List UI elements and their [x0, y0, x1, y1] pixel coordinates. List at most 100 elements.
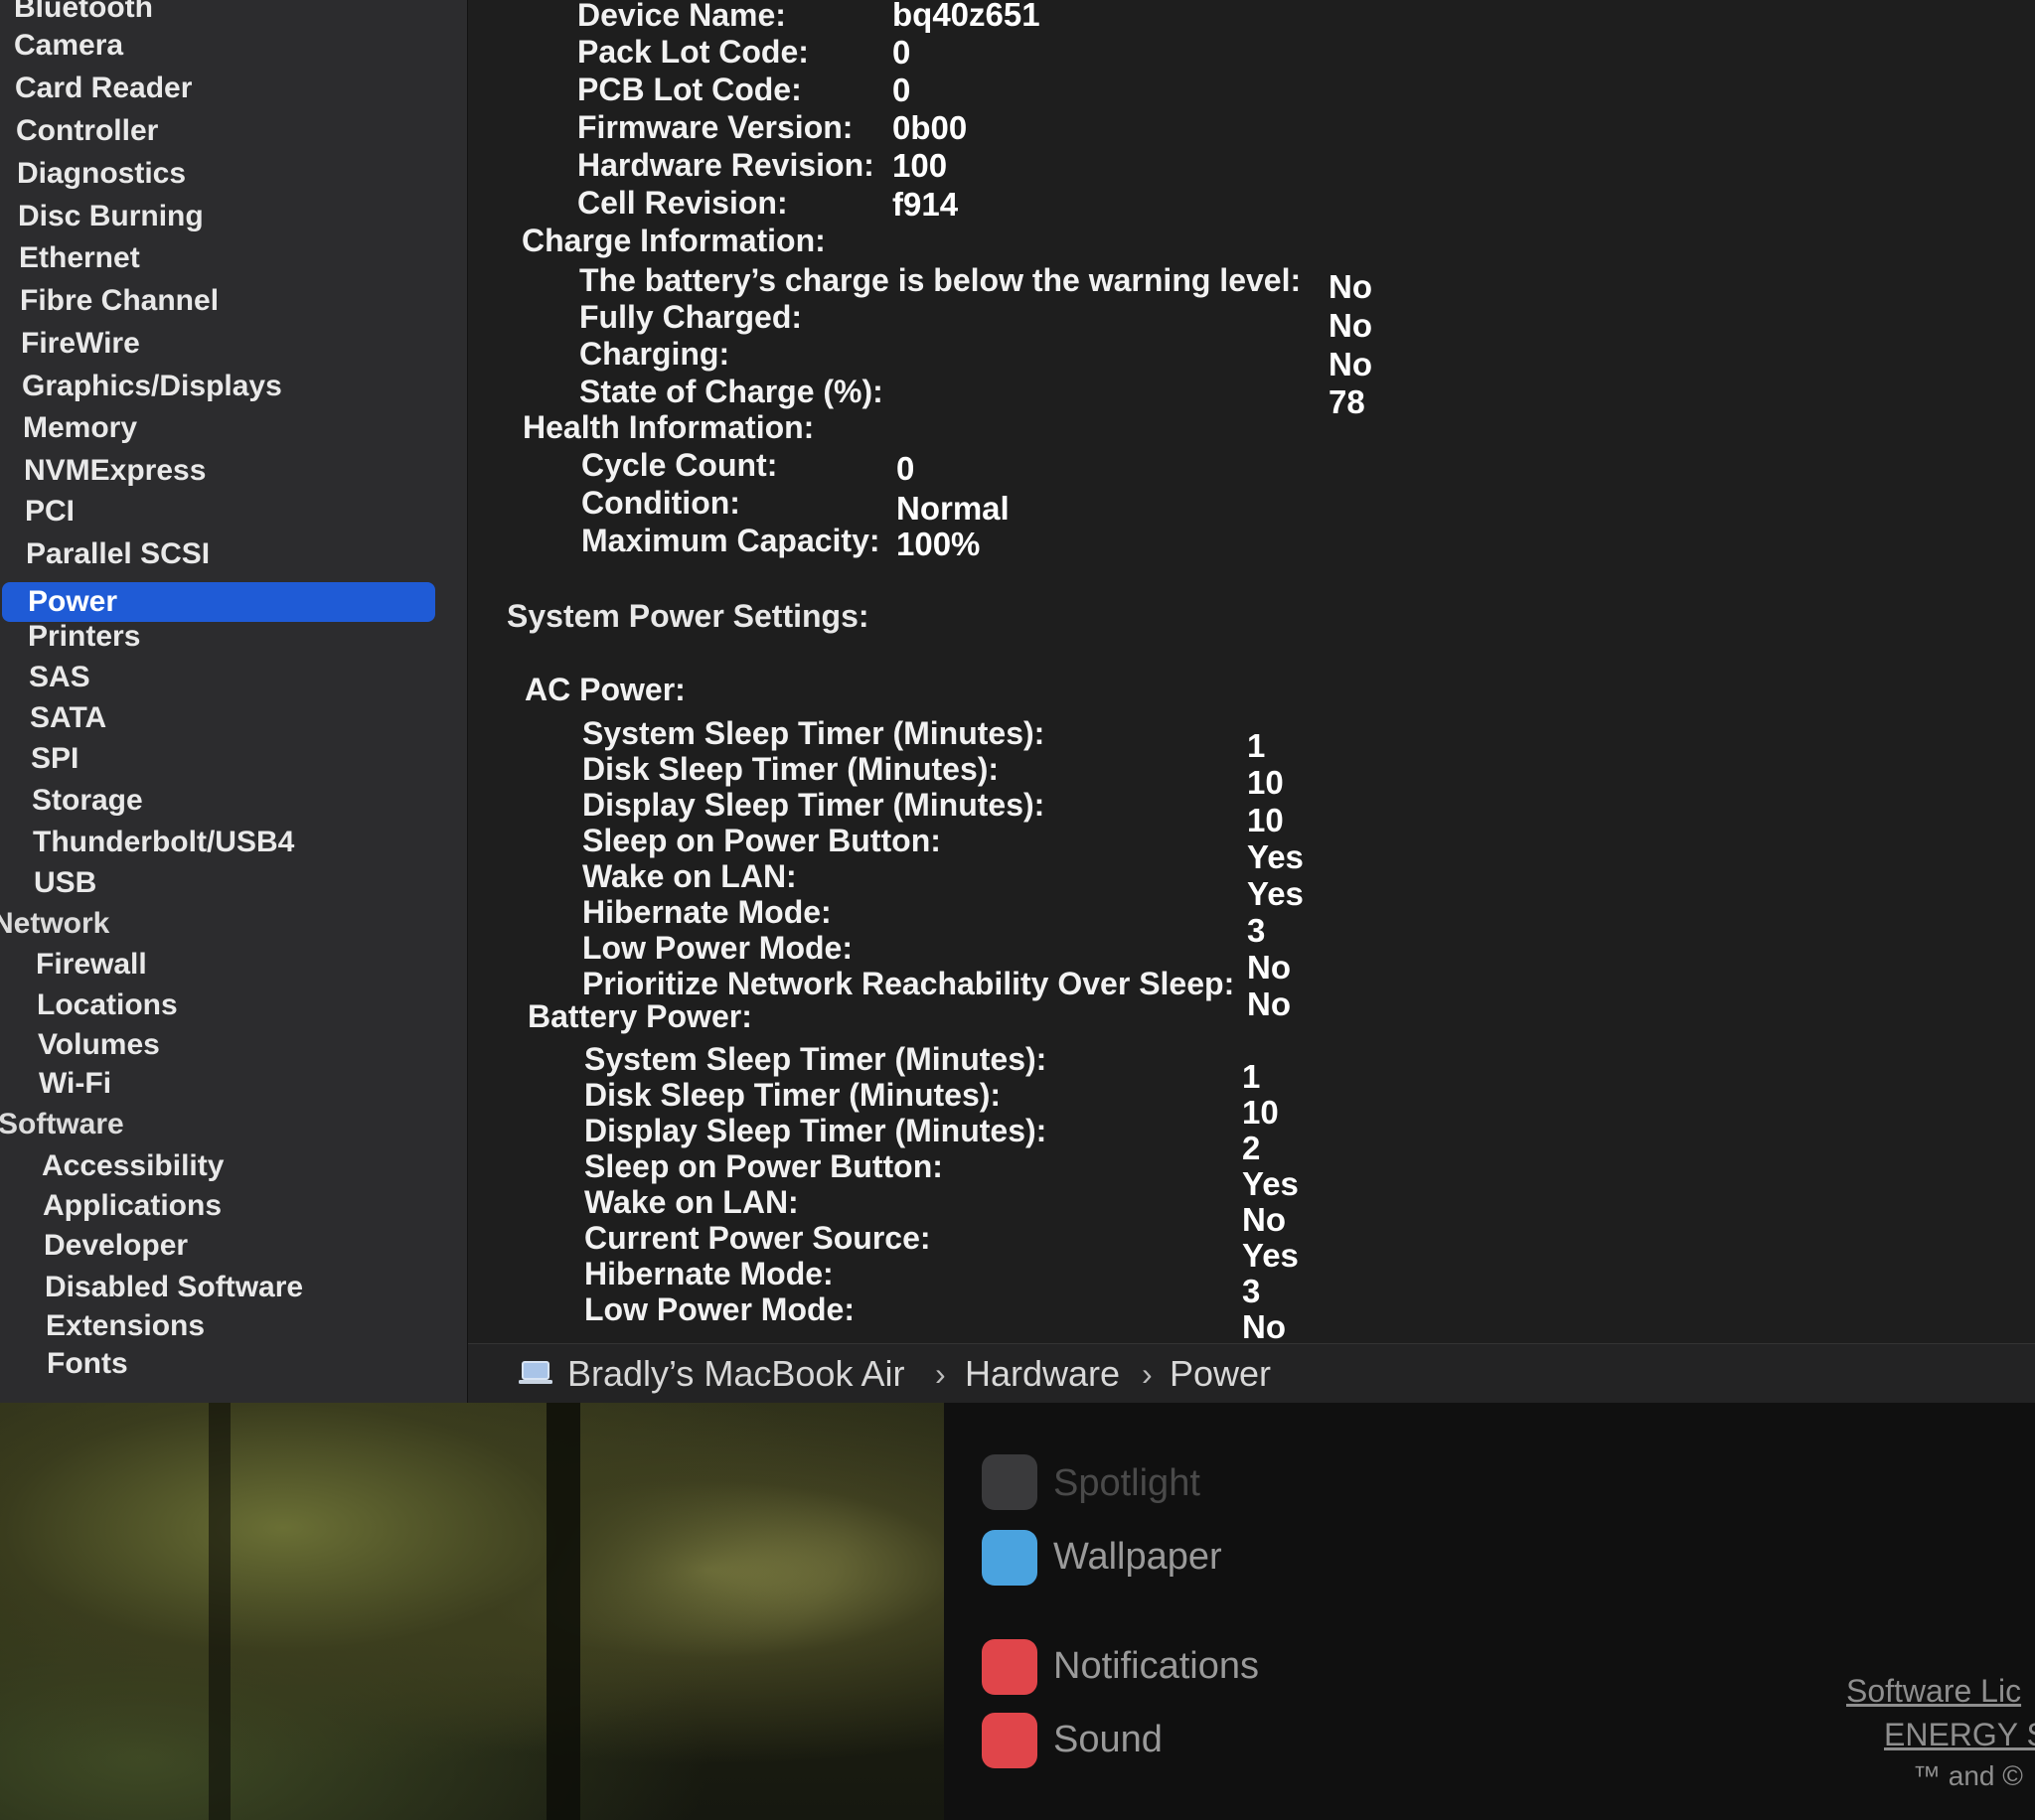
sidebar-item-disc-burning[interactable]: Disc Burning [18, 197, 204, 236]
below-warning-label: The battery’s charge is below the warnin… [579, 262, 1302, 298]
ac-disk-sleep-value: 10 [1247, 764, 1284, 801]
state-of-charge-label: State of Charge (%): [579, 374, 883, 409]
bat-sleep-power-button-label: Sleep on Power Button: [584, 1148, 943, 1184]
bat-current-power-source-label: Current Power Source: [584, 1220, 931, 1256]
maximum-capacity-value: 100% [896, 526, 981, 562]
sidebar-item-usb[interactable]: USB [34, 863, 96, 903]
cycle-count-value: 0 [896, 450, 915, 487]
hardware-revision-label: Hardware Revision: [577, 147, 874, 183]
settings-item-notifications[interactable]: Notifications [1053, 1641, 1259, 1691]
tree-trunk [547, 1403, 580, 1820]
power-detail-pane: Device Name: bq40z651 Pack Lot Code: 0 P… [468, 0, 2035, 1345]
breadcrumb-hardware[interactable]: Hardware [965, 1346, 1120, 1402]
laptop-icon [519, 1361, 552, 1384]
ac-low-power-mode-value: No [1247, 949, 1291, 986]
snowflake-icon [982, 1530, 1037, 1586]
sidebar-item-printers[interactable]: Printers [28, 617, 140, 657]
maximum-capacity-label: Maximum Capacity: [581, 523, 880, 558]
fully-charged-value: No [1329, 307, 1372, 344]
charging-value: No [1329, 346, 1372, 382]
ac-sleep-power-button-value: Yes [1247, 838, 1304, 875]
ac-display-sleep-label: Display Sleep Timer (Minutes): [582, 787, 1045, 823]
charging-label: Charging: [579, 336, 730, 372]
bat-current-power-source-value: Yes [1242, 1237, 1299, 1274]
sidebar-item-diagnostics[interactable]: Diagnostics [17, 154, 186, 194]
ac-wake-on-lan-value: Yes [1247, 875, 1304, 912]
bat-display-sleep-label: Display Sleep Timer (Minutes): [584, 1113, 1047, 1148]
sidebar-item-controller[interactable]: Controller [16, 111, 158, 151]
settings-item-wallpaper[interactable]: Wallpaper [1053, 1532, 1222, 1582]
sidebar-item-firewall[interactable]: Firewall [36, 945, 147, 985]
fully-charged-label: Fully Charged: [579, 299, 803, 335]
ac-prioritize-network-value: No [1247, 986, 1291, 1022]
sidebar-item-firewire[interactable]: FireWire [21, 324, 140, 364]
state-of-charge-value: 78 [1329, 383, 1365, 420]
ac-wake-on-lan-label: Wake on LAN: [582, 858, 797, 894]
sidebar-item-fibre-channel[interactable]: Fibre Channel [20, 281, 219, 321]
sidebar-item-volumes[interactable]: Volumes [38, 1025, 160, 1065]
bat-low-power-mode-value: No [1242, 1308, 1286, 1345]
system-information-window: Bluetooth Camera Card Reader Controller … [0, 0, 2035, 1403]
system-settings-window: Spotlight Wallpaper Notifications Sound … [944, 1403, 2035, 1820]
sidebar-item-spi[interactable]: SPI [31, 739, 78, 779]
bat-low-power-mode-label: Low Power Mode: [584, 1291, 855, 1327]
sidebar-item-pci[interactable]: PCI [25, 492, 75, 531]
bat-wake-on-lan-value: No [1242, 1201, 1286, 1238]
breadcrumb-computer[interactable]: Bradly’s MacBook Air [567, 1346, 904, 1402]
ac-low-power-mode-label: Low Power Mode: [582, 930, 853, 966]
pack-lot-code-value: 0 [892, 34, 911, 71]
sidebar-item-applications[interactable]: Applications [43, 1186, 222, 1226]
sidebar-category-network[interactable]: Network [0, 904, 109, 944]
ac-power-heading: AC Power: [525, 672, 686, 707]
sidebar-item-developer[interactable]: Developer [44, 1226, 188, 1266]
ac-system-sleep-label: System Sleep Timer (Minutes): [582, 715, 1045, 751]
sidebar-item-accessibility[interactable]: Accessibility [42, 1146, 224, 1186]
sidebar-item-fonts[interactable]: Fonts [47, 1344, 128, 1384]
sidebar-item-extensions[interactable]: Extensions [46, 1306, 205, 1346]
device-name-value: bq40z651 [892, 0, 1040, 33]
condition-value: Normal [896, 490, 1010, 527]
condition-label: Condition: [581, 485, 740, 521]
sidebar-item-graphics-displays[interactable]: Graphics/Displays [22, 367, 282, 406]
cell-revision-label: Cell Revision: [577, 185, 788, 221]
settings-item-spotlight[interactable]: Spotlight [1053, 1458, 1200, 1508]
sidebar-item-sas[interactable]: SAS [29, 658, 90, 697]
firmware-version-value: 0b00 [892, 109, 968, 146]
pcb-lot-code-label: PCB Lot Code: [577, 72, 802, 107]
software-license-link[interactable]: Software Lic [1846, 1673, 2021, 1710]
sidebar-item-thunderbolt-usb4[interactable]: Thunderbolt/USB4 [33, 823, 294, 862]
sidebar-item-sata[interactable]: SATA [30, 698, 106, 738]
energy-star-link[interactable]: ENERGY S [1884, 1717, 2035, 1753]
desktop-wallpaper [0, 1403, 944, 1820]
breadcrumb-power[interactable]: Power [1170, 1346, 1271, 1402]
cycle-count-label: Cycle Count: [581, 447, 778, 483]
sidebar-item-parallel-scsi[interactable]: Parallel SCSI [26, 534, 210, 574]
device-name-label: Device Name: [577, 0, 786, 33]
sidebar-item-ethernet[interactable]: Ethernet [19, 238, 140, 278]
sidebar-item-wi-fi[interactable]: Wi-Fi [39, 1064, 111, 1104]
sidebar-item-bluetooth[interactable]: Bluetooth [14, 0, 153, 28]
ac-disk-sleep-label: Disk Sleep Timer (Minutes): [582, 751, 1000, 787]
sidebar-item-camera[interactable]: Camera [14, 26, 123, 66]
system-power-settings-heading: System Power Settings: [507, 598, 869, 634]
breadcrumb-separator: › [935, 1356, 946, 1392]
bat-system-sleep-value: 1 [1242, 1058, 1261, 1095]
sidebar-item-card-reader[interactable]: Card Reader [15, 69, 192, 108]
sidebar-item-nvmexpress[interactable]: NVMExpress [24, 451, 206, 491]
sidebar-item-disabled-software[interactable]: Disabled Software [45, 1268, 303, 1307]
bell-icon [982, 1639, 1037, 1695]
magnifier-icon [982, 1454, 1037, 1510]
sidebar-item-storage[interactable]: Storage [32, 781, 143, 821]
sidebar-item-power[interactable]: Power [2, 582, 435, 622]
settings-item-sound[interactable]: Sound [1053, 1715, 1163, 1764]
ac-display-sleep-value: 10 [1247, 802, 1284, 838]
bat-display-sleep-value: 2 [1242, 1130, 1261, 1166]
sidebar-category-software[interactable]: Software [0, 1105, 124, 1144]
bat-system-sleep-label: System Sleep Timer (Minutes): [584, 1041, 1047, 1077]
sidebar-item-memory[interactable]: Memory [23, 408, 137, 448]
battery-power-heading: Battery Power: [528, 998, 752, 1034]
sidebar-item-locations[interactable]: Locations [37, 986, 178, 1025]
tree-trunk [209, 1403, 231, 1820]
below-warning-value: No [1329, 268, 1372, 305]
sidebar: Bluetooth Camera Card Reader Controller … [0, 0, 468, 1403]
